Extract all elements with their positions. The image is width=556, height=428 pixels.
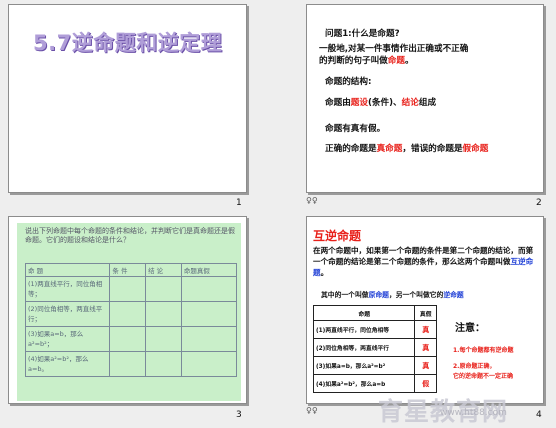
slide-3-background: 说出下列命题中每个命题的条件和结论，并判断它们是真命题还是假命题。它们的题设和结…	[17, 223, 241, 401]
note-item-2: 2.原命题正确，	[453, 363, 496, 370]
slide-3-thumbnail[interactable]: 说出下列命题中每个命题的条件和结论，并判断它们是真命题还是假命题。它们的题设和结…	[8, 216, 247, 404]
composition-line: 命题由题设(条件)、结论组成	[325, 98, 437, 108]
definition-paragraph: 在两个命题中，如果第一个命题的条件是第二个命题的结论，而第一个命题的结论是第二个…	[313, 246, 534, 277]
question-line: 问题1:什么是命题?	[325, 29, 400, 39]
slide-2-thumbnail[interactable]: 问题1:什么是命题? 一般地,对某一件事情作出正确或不正确 的判断的句子叫做命题…	[306, 4, 544, 193]
table-row: (3)如果a=b，那么a²=b²；	[24, 326, 238, 352]
true-false-line: 命题有真有假。	[325, 124, 386, 134]
column-header: 真假	[414, 305, 437, 321]
table-row: (2)同位角相等，两直线平行真	[312, 338, 437, 357]
slide-1-title: 5.7逆命题和逆定理	[33, 31, 223, 55]
slide-1-number: 1	[236, 198, 242, 208]
table-row: (1)两直线平行，同位角相等真	[312, 320, 437, 339]
column-header: 条 件	[109, 263, 147, 277]
table-row: (4)如果a²=b²，那么a=b 假	[312, 374, 437, 393]
watermark-url: www.ht88.com	[440, 408, 507, 418]
slide-4-number: 4	[536, 410, 542, 420]
slide-4-thumbnail[interactable]: 互逆命题 在两个命题中，如果第一个命题的条件是第二个命题的结论，而第一个命题的结…	[306, 216, 544, 404]
slide-3-instructions: 说出下列命题中每个命题的条件和结论，并判断它们是真命题还是假命题。它们的题设和结…	[25, 227, 235, 244]
slide-3-number: 3	[236, 410, 242, 420]
note-item-3: 它的逆命题不一定正确	[453, 373, 514, 380]
table-row: (3)如果a=b，那么a²=b² 真	[312, 356, 437, 375]
slide-2-number: 2	[536, 198, 542, 208]
original-inverse-line: 其中的一个叫做原命题，另一个叫做它的逆命题	[321, 291, 464, 299]
slide-2-marker-icon: ♀♀	[306, 196, 318, 205]
structure-line: 命题的结构:	[325, 77, 372, 87]
note-item-1: 1.每个命题都有逆命题	[453, 347, 514, 354]
definition-line-1: 一般地,对某一件事情作出正确或不正确	[319, 44, 469, 54]
column-header: 结 论	[145, 263, 182, 277]
table-row: (2)同位角相等，两直线平行；	[24, 301, 238, 327]
slide-4-table: 命题 真假 (1)两直线平行，同位角相等真 (2)同位角相等，两直线平行真 (3…	[312, 305, 437, 393]
slide-4-marker-icon: ♀♀	[306, 406, 318, 415]
table-row: (1)两直线平行，同位角相等；	[24, 276, 238, 302]
note-title: 注意：	[455, 323, 485, 334]
slide-4-heading: 互逆命题	[313, 229, 362, 243]
true-value-line: 正确的命题是真命题，错误的命题是假命题	[325, 144, 489, 154]
table-row: (4)如果a²=b²，那么a=b。	[24, 351, 238, 377]
column-header: 命 题	[24, 263, 111, 277]
definition-line-2: 的判断的句子叫做命题。	[319, 56, 414, 66]
slide-3-table: 命 题 条 件 结 论 命题真假 (1)两直线平行，同位角相等； (2)同位角相…	[24, 263, 238, 377]
column-header: 命题	[312, 305, 416, 321]
column-header: 命题真假	[180, 263, 238, 277]
slide-1-thumbnail[interactable]: 5.7逆命题和逆定理 1	[8, 4, 247, 193]
